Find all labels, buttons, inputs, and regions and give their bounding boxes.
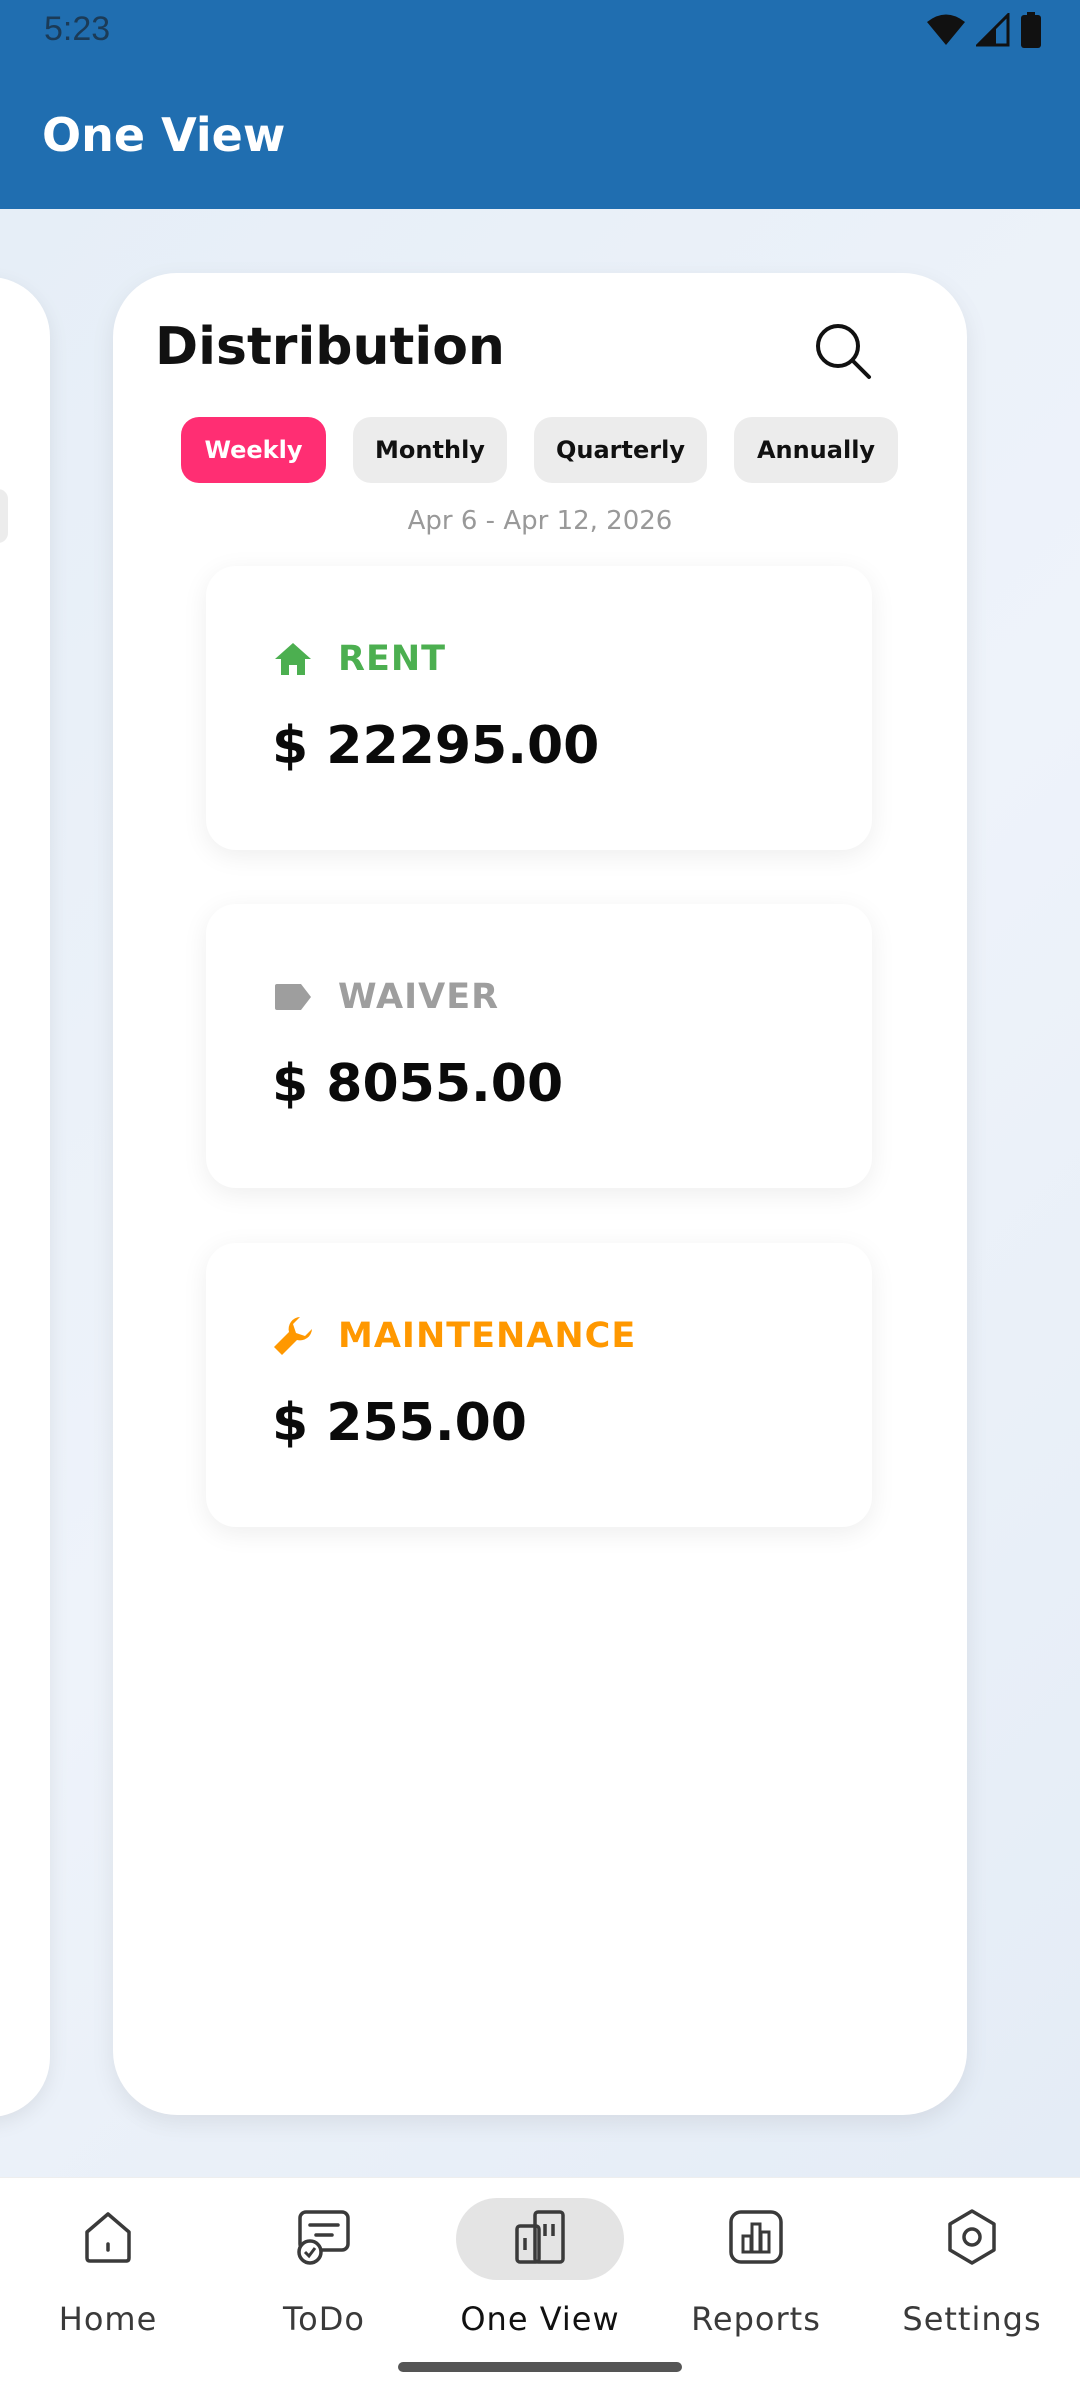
maintenance-label: MAINTENANCE — [338, 1316, 637, 1356]
home-outline-icon — [79, 2208, 137, 2270]
wrench-icon — [272, 1315, 314, 1357]
nav-home[interactable]: Home — [0, 2198, 216, 2348]
content-area[interactable]: Distribution Weekly Monthly Quarterly An… — [0, 209, 1080, 2177]
search-button[interactable] — [803, 313, 883, 393]
chip-weekly[interactable]: Weekly — [181, 417, 326, 483]
nav-todo[interactable]: ToDo — [216, 2198, 432, 2348]
bar-chart-icon — [727, 2208, 785, 2270]
battery-icon — [1020, 12, 1042, 52]
waiver-label: WAIVER — [338, 977, 500, 1017]
home-icon — [272, 638, 314, 680]
nav-reports-label: Reports — [691, 2300, 821, 2338]
chip-monthly[interactable]: Monthly — [353, 417, 507, 483]
waiver-amount: $ 8055.00 — [272, 1054, 564, 1114]
signal-icon — [974, 11, 1010, 51]
buildings-icon — [511, 2208, 569, 2270]
todo-chat-icon — [294, 2208, 354, 2270]
period-filter-chips: Weekly Monthly Quarterly Annually — [181, 417, 911, 483]
nav-home-label: Home — [58, 2300, 158, 2338]
app-title: One View — [42, 108, 286, 162]
status-bar: 5:23 — [0, 0, 1080, 62]
nav-todo-icon-wrap — [240, 2198, 408, 2280]
nav-reports-icon-wrap — [672, 2198, 840, 2280]
chip-annually[interactable]: Annually — [734, 417, 898, 483]
distribution-card: Distribution Weekly Monthly Quarterly An… — [113, 273, 967, 2115]
nav-todo-label: ToDo — [283, 2300, 365, 2338]
chip-quarterly[interactable]: Quarterly — [534, 417, 707, 483]
date-range: Apr 6 - Apr 12, 2026 — [407, 506, 673, 536]
previous-card-peek[interactable] — [0, 277, 50, 2117]
nav-one-view-icon-wrap — [456, 2198, 624, 2280]
wifi-icon — [926, 13, 966, 51]
nav-home-icon-wrap — [24, 2198, 192, 2280]
rent-label: RENT — [338, 639, 447, 679]
nav-reports[interactable]: Reports — [648, 2198, 864, 2348]
maintenance-amount: $ 255.00 — [272, 1393, 527, 1453]
nav-settings[interactable]: Settings — [864, 2198, 1080, 2348]
nav-one-view-label: One View — [460, 2300, 620, 2338]
home-indicator[interactable] — [398, 2362, 682, 2372]
nav-settings-label: Settings — [902, 2300, 1042, 2338]
maintenance-card[interactable]: MAINTENANCE $ 255.00 — [206, 1243, 872, 1527]
app-bar: 5:23 One View — [0, 0, 1080, 209]
waiver-category: WAIVER — [272, 972, 499, 1022]
rent-category: RENT — [272, 634, 446, 684]
rent-card[interactable]: RENT $ 22295.00 — [206, 566, 872, 850]
waiver-card[interactable]: WAIVER $ 8055.00 — [206, 904, 872, 1188]
nav-settings-icon-wrap — [888, 2198, 1056, 2280]
status-icons — [926, 11, 1042, 52]
nav-one-view[interactable]: One View — [432, 2198, 648, 2348]
search-icon — [811, 319, 875, 387]
settings-hexagon-icon — [943, 2208, 1001, 2270]
previous-card-chip — [0, 489, 8, 543]
distribution-title: Distribution — [155, 317, 505, 377]
maintenance-category: MAINTENANCE — [272, 1311, 636, 1361]
tag-icon — [272, 976, 314, 1018]
rent-amount: $ 22295.00 — [272, 716, 600, 776]
status-time: 5:23 — [44, 10, 111, 48]
